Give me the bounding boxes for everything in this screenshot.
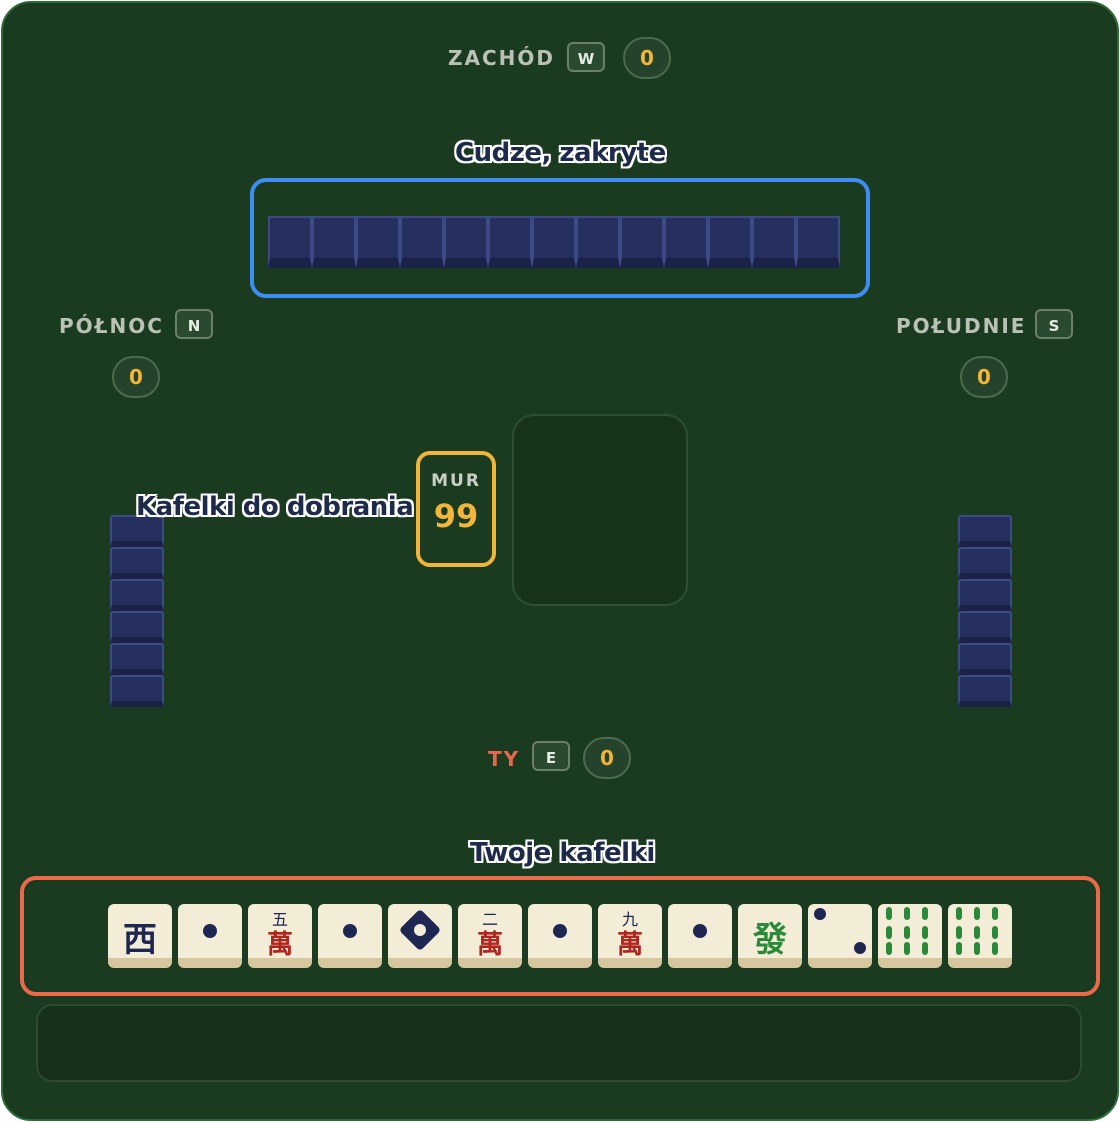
wall-counter: MUR 99 <box>416 451 496 567</box>
circle-dot-icon <box>814 908 826 920</box>
tile-suit-glyph: 萬 <box>616 930 643 960</box>
bamboo-stick-icon <box>956 907 962 920</box>
hidden-tile <box>488 216 532 268</box>
hidden-tile <box>620 216 664 268</box>
wind-badge-west: W <box>567 42 605 72</box>
tile-suit-glyph: 萬 <box>476 930 503 960</box>
hidden-tile <box>444 216 488 268</box>
bamboo-stick-icon <box>922 926 928 939</box>
bamboo-stick-icon <box>956 926 962 939</box>
hidden-tile <box>110 547 164 579</box>
wind-badge-you: E <box>532 741 570 771</box>
bamboo-stick-icon <box>886 926 892 939</box>
bamboo-stick-icon <box>992 907 998 920</box>
hidden-tile <box>312 216 356 268</box>
bamboo-stick-icon <box>904 926 910 939</box>
hand-tile[interactable]: 西 <box>108 904 172 968</box>
player-hand: 西 五萬 二萬 九萬 發 <box>108 904 1018 968</box>
wind-badge-south: S <box>1035 309 1073 339</box>
bamboo-stick-icon <box>974 942 980 955</box>
hidden-tile <box>268 216 312 268</box>
player-name-you: TY <box>488 747 521 771</box>
hidden-tile <box>110 675 164 707</box>
score-west: 0 <box>623 37 671 79</box>
bamboo-stick-icon <box>886 907 892 920</box>
wind-badge-north: N <box>175 309 213 339</box>
hidden-tile <box>110 579 164 611</box>
tile-suit-glyph: 萬 <box>266 930 293 960</box>
hand-tile[interactable]: 五萬 <box>248 904 312 968</box>
bamboo-stick-icon <box>974 926 980 939</box>
hand-tile[interactable]: 九萬 <box>598 904 662 968</box>
hidden-tile <box>532 216 576 268</box>
hidden-tile <box>664 216 708 268</box>
circle-dot-icon <box>854 942 866 954</box>
hidden-tile <box>752 216 796 268</box>
hidden-tile <box>708 216 752 268</box>
hidden-tile <box>958 515 1012 547</box>
hidden-tile <box>958 611 1012 643</box>
bamboo-stick-icon <box>956 942 962 955</box>
score-you: 0 <box>583 737 631 779</box>
bamboo-stick-icon <box>974 907 980 920</box>
score-south: 0 <box>960 356 1008 398</box>
hidden-tile <box>576 216 620 268</box>
tile-glyph: 西 <box>123 920 157 960</box>
hidden-tile <box>958 579 1012 611</box>
south-hidden-hand <box>958 515 1012 707</box>
hand-tile[interactable] <box>178 904 242 968</box>
hand-tile[interactable] <box>528 904 592 968</box>
annotation-wall: Kafelki do dobrania <box>136 492 414 522</box>
tile-glyph: 發 <box>753 920 787 960</box>
hidden-tile <box>958 643 1012 675</box>
hidden-tile <box>958 547 1012 579</box>
player-name-south: POŁUDNIE <box>896 314 1027 338</box>
hand-tile[interactable] <box>948 904 1012 968</box>
north-hidden-hand <box>110 515 164 707</box>
hidden-tile <box>958 675 1012 707</box>
hand-tile[interactable] <box>318 904 382 968</box>
hidden-tile <box>400 216 444 268</box>
hand-tile[interactable]: 發 <box>738 904 802 968</box>
circle-center-icon <box>411 921 429 939</box>
score-north: 0 <box>112 356 160 398</box>
circle-dot-icon <box>693 924 707 938</box>
player-name-west: ZACHÓD <box>448 46 555 70</box>
hidden-tile <box>356 216 400 268</box>
bamboo-stick-icon <box>992 926 998 939</box>
bamboo-stick-icon <box>992 942 998 955</box>
opponent-hidden-hand <box>268 216 840 268</box>
bamboo-stick-icon <box>886 942 892 955</box>
hand-tile[interactable] <box>808 904 872 968</box>
circle-dot-icon <box>203 924 217 938</box>
hand-tile[interactable] <box>878 904 942 968</box>
bamboo-stick-icon <box>922 907 928 920</box>
wall-label: MUR <box>431 471 481 491</box>
bamboo-stick-icon <box>904 942 910 955</box>
annotation-hand: Twoje kafelki <box>470 838 655 868</box>
big-circle-icon <box>398 908 442 952</box>
hidden-tile <box>110 643 164 675</box>
message-bar <box>36 1004 1082 1082</box>
hand-tile[interactable]: 二萬 <box>458 904 522 968</box>
wall-count: 99 <box>433 497 479 535</box>
discard-area <box>512 414 688 606</box>
bamboo-stick-icon <box>904 907 910 920</box>
hidden-tile <box>110 611 164 643</box>
circle-dot-icon <box>343 924 357 938</box>
hand-tile[interactable] <box>668 904 732 968</box>
circle-dot-icon <box>553 924 567 938</box>
hidden-tile <box>796 216 840 268</box>
hand-tile[interactable] <box>388 904 452 968</box>
annotation-hidden-tiles: Cudze, zakryte <box>455 138 666 168</box>
player-name-north: PÓŁNOC <box>59 314 164 338</box>
bamboo-stick-icon <box>922 942 928 955</box>
